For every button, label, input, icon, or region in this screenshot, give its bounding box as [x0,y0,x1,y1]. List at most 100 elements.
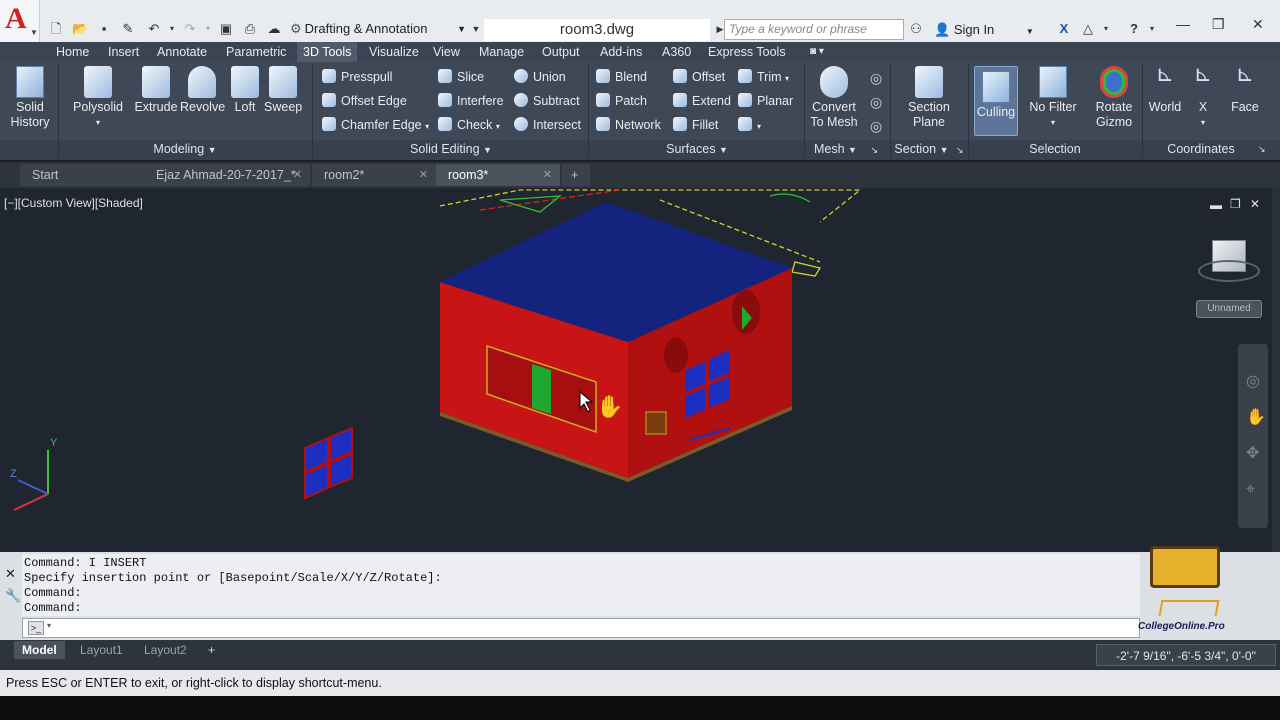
planar-button[interactable]: Planar [738,91,793,111]
close-icon[interactable]: ✕ [419,164,428,186]
check-button[interactable]: Check ▾ [438,115,500,135]
sweep-button[interactable]: Sweep [264,66,302,115]
blend-button[interactable]: Blend [596,67,647,87]
nav-tools-icons[interactable]: ◎ ✋ ✥ ⌖ [1246,364,1268,508]
tab-view[interactable]: View [427,42,466,62]
doc-tab-room3[interactable]: room3* ✕ [436,164,560,186]
coordinate-readout[interactable]: -2'-7 9/16", -6'-5 3/4", 0'-0" [1096,644,1276,666]
section-panel-title[interactable]: Section ▼ ↘ [892,142,966,156]
ucs-face-button[interactable]: ⊾ Face [1228,63,1262,115]
surfaces-panel-title[interactable]: Surfaces ▼ [590,142,804,156]
minimize-icon[interactable]: — [1176,16,1190,32]
exchange-apps-icon[interactable]: X [1056,19,1072,39]
wrench-icon[interactable]: 🔧 [5,588,21,604]
revolve-button[interactable]: Revolve [180,66,225,115]
chamfer-edge-button[interactable]: Chamfer Edge ▾ [322,115,429,135]
viewcube-compass[interactable] [1198,260,1260,282]
rotate-gizmo-button[interactable]: Rotate Gizmo [1088,66,1140,130]
solid-editing-panel-title[interactable]: Solid Editing ▼ [314,142,588,156]
viewport-minimize-icon[interactable]: ▬ [1210,198,1222,212]
tab-parametric[interactable]: Parametric [220,42,292,62]
print-icon[interactable]: ⎙ [242,19,258,39]
binoculars-icon[interactable]: ⚇ [908,19,924,39]
ucs-world-button[interactable]: ⊾ World [1146,63,1184,115]
command-input[interactable]: >_ ▾ [22,618,1140,638]
slice-button[interactable]: Slice [438,67,484,87]
plot-icon[interactable]: ▣ [218,19,234,39]
mesh-globe-icon-3[interactable]: ◎ [870,118,882,135]
loft-button[interactable]: Loft [228,66,262,115]
ucs-menu[interactable]: Unnamed [1196,300,1262,318]
extrude-button[interactable]: Extrude [134,66,178,115]
mesh-panel-title[interactable]: Mesh ▼ ↘ [806,142,886,156]
tab-layout1[interactable]: Layout1 [72,641,131,659]
customize-qat-icon[interactable]: ▼ [468,19,484,39]
chevron-down-icon[interactable]: ▾ [1098,19,1114,39]
fillet-button[interactable]: Fillet [673,115,718,135]
culling-button[interactable]: Culling [974,66,1018,136]
undo-icon[interactable]: ↶ [146,19,162,39]
new-file-icon[interactable]: 🗋 [48,19,64,39]
tab-visualize[interactable]: Visualize [363,42,425,62]
tab-layout2[interactable]: Layout2 [136,641,195,659]
add-layout-button[interactable]: + [200,641,223,659]
restore-icon[interactable]: ❐ [1212,16,1225,33]
viewport-controls-label[interactable]: [−][Custom View][Shaded] [4,196,143,210]
undo-dropdown-icon[interactable]: ▾ [164,19,180,39]
tab-output[interactable]: Output [536,42,586,62]
trim-button[interactable]: Trim ▾ [738,67,789,87]
save-as-icon[interactable]: ✎ [120,19,136,39]
surface-edit-button[interactable]: ▾ [738,115,761,135]
tab-express-tools[interactable]: Express Tools [702,42,792,62]
no-filter-button[interactable]: No Filter ▾ [1026,66,1080,130]
network-button[interactable]: Network [596,115,661,135]
drawing-viewport[interactable]: ✋ Y Z Unnamed ◎ ✋ ✥ ⌖ ▬ ❐ ✕ [0,188,1280,552]
convert-to-mesh-button[interactable]: Convert To Mesh [806,66,862,130]
patch-button[interactable]: Patch [596,91,647,111]
doc-tab-room2[interactable]: room2* ✕ [312,164,436,186]
redo-dropdown-icon[interactable]: ▾ [200,19,216,39]
extend-button[interactable]: Extend [673,91,731,111]
interfere-button[interactable]: Interfere [438,91,504,111]
mesh-globe-icon[interactable]: ◎ [870,70,882,87]
close-icon[interactable]: ✕ [5,566,16,582]
viewport-close-icon[interactable]: ✕ [1250,197,1260,211]
close-icon[interactable]: ✕ [543,164,552,186]
help-icon[interactable]: ? [1126,19,1142,39]
open-file-icon[interactable]: 📂 [72,19,88,39]
tab-a360[interactable]: A360 [656,42,697,62]
search-input[interactable]: Type a keyword or phrase [724,19,904,40]
tab-3d-tools[interactable]: 3D Tools [297,42,358,62]
workspace-selector[interactable]: ⚙ Drafting & Annotation ▼ [290,19,468,39]
ucs-x-button[interactable]: ⊾ X ▾ [1188,63,1218,130]
section-plane-button[interactable]: Section Plane [898,66,960,130]
panel-launcher-icon[interactable]: ↘ [1258,144,1266,155]
new-tab-button[interactable]: + [562,164,590,186]
selection-panel-title[interactable]: Selection [970,142,1140,156]
scrollbar[interactable] [1272,188,1280,552]
polysolid-button[interactable]: Polysolid ▾ [70,66,126,130]
application-menu-button[interactable]: A ▼ [0,0,40,42]
save-icon[interactable]: ▪ [96,19,112,39]
ribbon-options-icon[interactable]: ◙ ▾ [804,42,830,62]
sign-in-button[interactable]: 👤 Sign In ▼ [934,19,1034,43]
tab-insert[interactable]: Insert [102,42,145,62]
presspull-button[interactable]: Presspull [322,67,392,87]
chevron-down-icon[interactable]: ▾ [1144,19,1160,39]
tab-annotate[interactable]: Annotate [151,42,213,62]
offset-edge-button[interactable]: Offset Edge [322,91,407,111]
union-button[interactable]: Union [514,67,566,87]
doc-tab-ejaz[interactable]: Ejaz Ahmad-20-7-2017_* ✕ [144,164,310,186]
close-icon[interactable]: ✕ [1252,16,1264,33]
share-icon[interactable]: ☁ [266,19,282,39]
intersect-button[interactable]: Intersect [514,115,581,135]
tab-model[interactable]: Model [14,641,65,659]
coordinates-panel-title[interactable]: Coordinates [1144,142,1258,156]
tab-add-ins[interactable]: Add-ins [594,42,648,62]
tab-manage[interactable]: Manage [473,42,530,62]
redo-icon[interactable]: ↷ [182,19,198,39]
close-icon[interactable]: ✕ [293,164,302,186]
tab-home[interactable]: Home [50,42,95,62]
solid-history-button[interactable]: Solid History [8,66,52,130]
mesh-globe-icon-2[interactable]: ◎ [870,94,882,111]
